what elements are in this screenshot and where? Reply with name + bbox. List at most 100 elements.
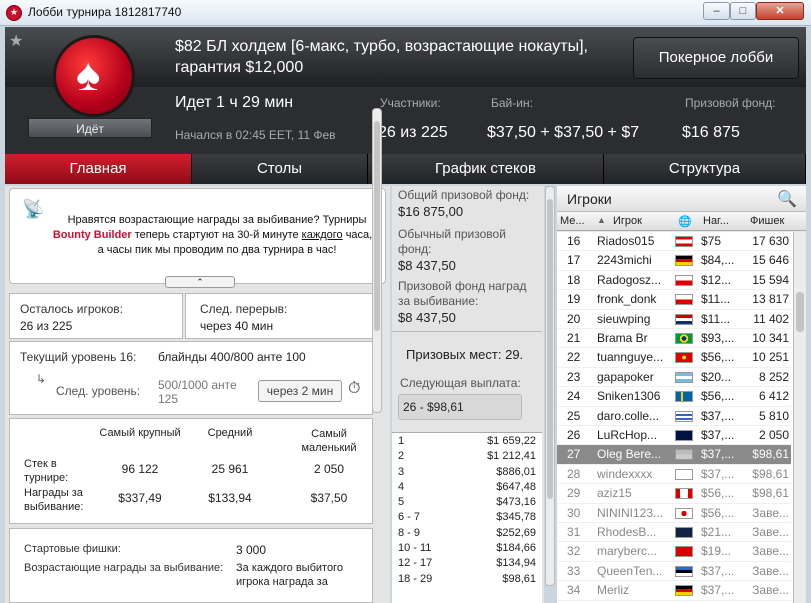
- player-place: 20: [567, 311, 581, 326]
- player-row[interactable]: 23 gapapoker $20... 8 252: [557, 367, 791, 388]
- collapse-banner-button[interactable]: ⌃: [165, 276, 235, 288]
- start-time: Начался в 02:45 EET, 11 Фев: [175, 128, 336, 142]
- player-place: 30: [567, 505, 581, 520]
- promo-line-1: Нравятся возрастающие награды за выбиван…: [67, 214, 367, 226]
- globe-icon[interactable]: 🌐: [678, 215, 692, 228]
- middle-scrollbar-thumb[interactable]: [547, 199, 553, 499]
- total-fund-value: $16 875,00: [398, 204, 464, 219]
- player-row[interactable]: 18 Radogosz... $12... 15 594: [557, 270, 791, 291]
- payout-row: 2 $1 212,41: [392, 450, 542, 465]
- bounty-builder-link[interactable]: Bounty Builder: [53, 229, 132, 241]
- player-row[interactable]: 26 LuRcHop... $37,... 2 050: [557, 426, 791, 446]
- col-place[interactable]: Ме...: [560, 215, 585, 227]
- stack-header-average: Средний: [207, 427, 253, 439]
- player-row[interactable]: 30 NININI123... $56,... Заве...: [557, 503, 791, 523]
- players-left-label: Осталось игроков:: [20, 302, 123, 316]
- player-row[interactable]: 17 2243michi $84,... 15 646: [557, 251, 791, 271]
- player-name: LuRcHop...: [597, 428, 658, 442]
- player-chips: 11 402: [753, 311, 789, 326]
- buyin-value: $37,50 + $37,50 + $7: [487, 124, 640, 141]
- col-chips[interactable]: Фишек: [750, 215, 784, 227]
- player-name: gapapoker: [597, 369, 654, 384]
- main-info-panel: 📡 Нравятся возрастающие награды за выбив…: [5, 186, 390, 603]
- player-place: 31: [567, 525, 581, 539]
- left-scrollbar-thumb[interactable]: [374, 121, 380, 331]
- player-row[interactable]: 32 maryberc... $19... Заве...: [557, 542, 791, 562]
- maximize-button[interactable]: □: [730, 2, 756, 20]
- search-icon[interactable]: 🔍: [777, 189, 797, 209]
- col-bounty[interactable]: Наг...: [703, 215, 729, 227]
- player-place: 18: [567, 272, 581, 287]
- col-player[interactable]: Игрок: [613, 215, 642, 227]
- player-row[interactable]: 19 fronk_donk $11... 13 817: [557, 290, 791, 310]
- favorite-star-icon[interactable]: ★: [9, 31, 23, 51]
- player-place: 24: [567, 389, 581, 404]
- player-row[interactable]: 33 QueenTen... $37,... Заве...: [557, 561, 791, 582]
- promo-line-2a: теперь стартуют на 30-й минуте: [131, 229, 302, 241]
- player-name: Brama Br: [597, 331, 648, 345]
- country-flag-icon: [675, 527, 693, 538]
- player-bounty: $12...: [701, 272, 732, 287]
- player-row[interactable]: 22 tuannguye... $56,... 10 251: [557, 348, 791, 368]
- players-scrollbar-thumb[interactable]: [796, 292, 804, 332]
- tab-structure[interactable]: Структура: [604, 154, 806, 184]
- player-row[interactable]: 28 windexxxx $37,... $98,61: [557, 464, 791, 485]
- payout-place: 3: [398, 465, 405, 478]
- player-row[interactable]: 21 Brama Br $93,... 10 341: [557, 329, 791, 349]
- player-chips: 17 630: [752, 234, 789, 248]
- close-button[interactable]: ✕: [756, 2, 804, 20]
- poker-lobby-button[interactable]: Покерное лобби: [633, 37, 799, 79]
- player-chips: Заве...: [752, 563, 789, 578]
- player-place: 26: [567, 428, 581, 442]
- bounty-info-value: За каждого выбитого игрока награда за: [236, 562, 343, 588]
- antenna-icon: 📡: [22, 199, 45, 219]
- players-panel: Игроки 🔍 Ме... ▲ Игрок 🌐 Наг... Фишек 16…: [557, 186, 806, 603]
- player-chips: 6 412: [758, 389, 789, 404]
- left-scrollbar[interactable]: [372, 108, 382, 413]
- next-level-arrow-icon: ↳: [36, 372, 47, 386]
- tab-stack-chart[interactable]: График стеков: [368, 154, 604, 184]
- country-flag-icon: [675, 507, 693, 519]
- tournament-name: $82 БЛ холдем [6-макс, турбо, возрастающ…: [175, 38, 588, 76]
- player-chips: 10 251: [752, 350, 789, 365]
- payout-amount: $1 212,41: [487, 450, 536, 463]
- player-row[interactable]: 25 daro.colle... $37,... 5 810: [557, 406, 791, 426]
- minimize-button[interactable]: –: [703, 2, 730, 20]
- player-row[interactable]: 29 aziz15 $56,... $98,61: [557, 484, 791, 504]
- player-row[interactable]: 27 Oleg Bere... $37,... $98,61: [557, 445, 791, 465]
- country-flag-icon: [675, 546, 693, 558]
- country-flag-icon: [675, 294, 693, 306]
- payout-place: 18 - 29: [398, 572, 433, 585]
- players-list: 16 Riados015 $75 17 630 17 2243michi $84,... 15…: [557, 232, 793, 603]
- player-row[interactable]: 16 Riados015 $75 17 630: [557, 232, 791, 252]
- player-row[interactable]: 34 Merliz $37,... Заве...: [557, 581, 791, 601]
- player-bounty: $75: [701, 234, 722, 248]
- bounty-smallest: $37,50: [310, 491, 348, 505]
- player-row[interactable]: 20 sieuwping $11... 11 402: [557, 309, 791, 329]
- stack-row-label: Стек в турнире:: [24, 458, 69, 484]
- country-flag-icon: [675, 410, 693, 422]
- tab-main[interactable]: Главная: [5, 154, 192, 184]
- player-place: 25: [567, 408, 581, 423]
- players-scrollbar[interactable]: [793, 232, 805, 603]
- player-chips: 8 252: [758, 369, 789, 384]
- payout-row: 6 - 7 $345,78: [392, 511, 542, 526]
- participants-value: 26 из 225: [378, 124, 448, 141]
- player-row[interactable]: 31 RhodesB... $21... Заве...: [557, 523, 791, 543]
- middle-scrollbar[interactable]: [545, 186, 555, 586]
- player-bounty: $37,...: [701, 408, 735, 423]
- player-bounty: $11...: [701, 292, 731, 307]
- player-chips: 10 341: [752, 331, 789, 345]
- buyin-label: Бай-ин:: [491, 96, 533, 110]
- player-name: fronk_donk: [597, 292, 657, 307]
- next-payout-label: Следующая выплата:: [400, 376, 521, 390]
- player-name: 2243michi: [597, 253, 652, 268]
- player-row[interactable]: 24 Sniken1306 $56,... 6 412: [557, 387, 791, 407]
- payout-amount: $184,66: [496, 542, 536, 555]
- country-flag-icon: [675, 585, 693, 597]
- player-name: daro.colle...: [597, 408, 660, 423]
- tab-tables[interactable]: Столы: [192, 154, 368, 184]
- prize-label: Призовой фонд:: [685, 96, 776, 110]
- country-flag-icon: [675, 313, 693, 325]
- player-bounty: $56,...: [701, 350, 735, 365]
